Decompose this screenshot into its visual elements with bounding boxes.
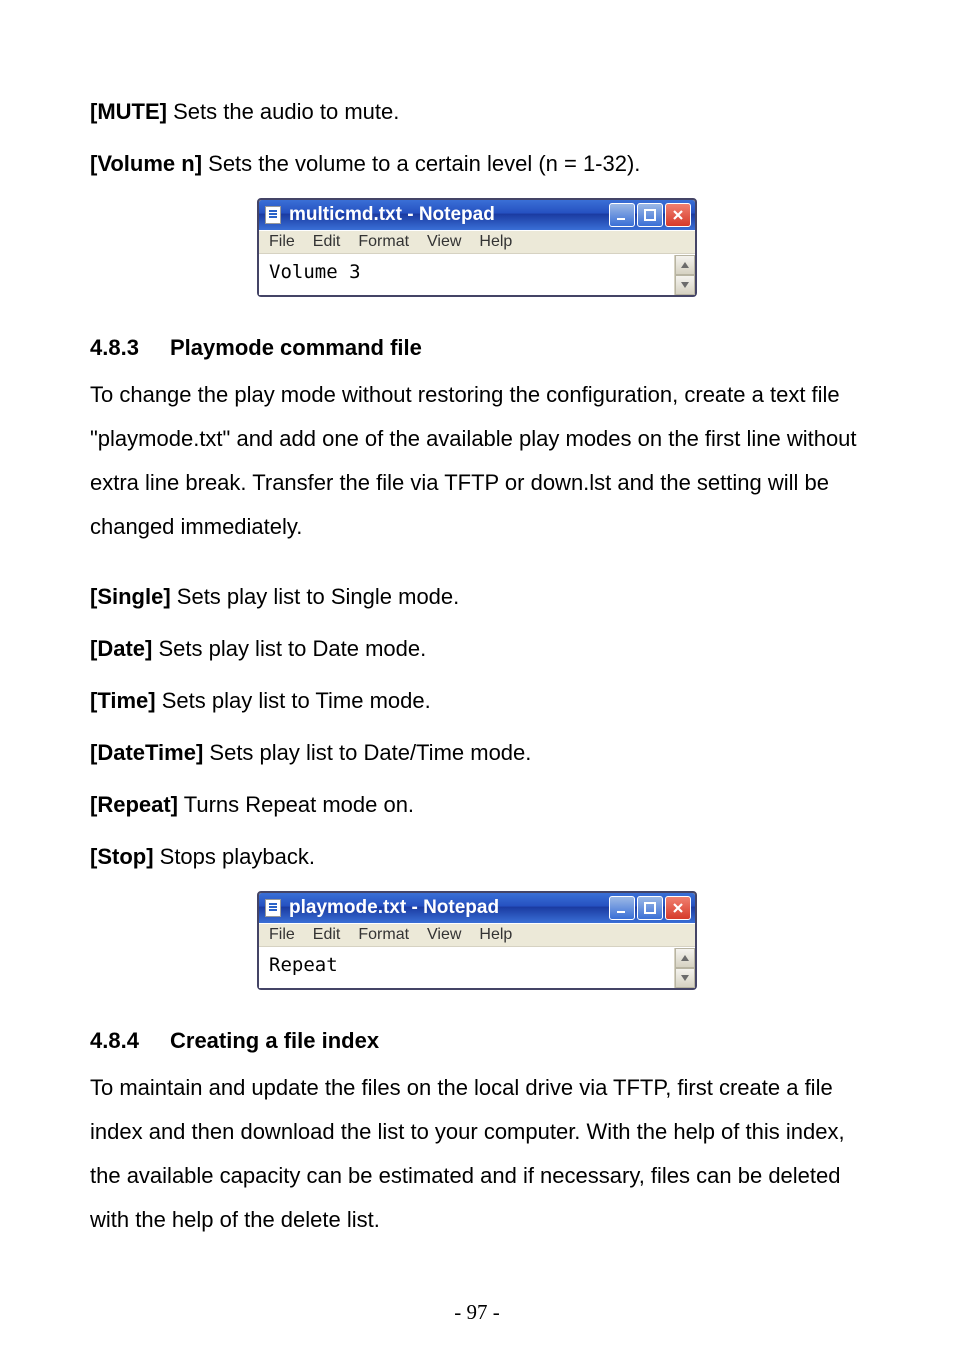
minimize-button[interactable] [609,896,635,920]
list-item: [Repeat] Turns Repeat mode on. [90,783,864,827]
menu-edit[interactable]: Edit [313,926,341,944]
close-button[interactable] [665,203,691,227]
list-item: [Date] Sets play list to Date mode. [90,627,864,671]
notepad-content[interactable]: Volume 3 [259,255,674,295]
bold-volume: [Volume n] [90,151,202,176]
scrollbar[interactable] [674,948,695,988]
scrollbar[interactable] [674,255,695,295]
minimize-button[interactable] [609,203,635,227]
menu-format[interactable]: Format [358,233,409,251]
bold-single: [Single] [90,584,171,609]
text-stop: Stops playback. [154,844,315,869]
page-number: - 97 - [0,1300,954,1325]
section-title: Playmode command file [170,335,422,360]
scroll-up-button[interactable] [675,948,695,968]
notepad-icon [265,206,281,224]
close-button[interactable] [665,896,691,920]
window-title: multicmd.txt - Notepad [287,204,607,226]
maximize-button[interactable] [637,896,663,920]
section-title: Creating a file index [170,1028,379,1053]
bold-time: [Time] [90,688,156,713]
notepad-content[interactable]: Repeat [259,948,674,988]
section-heading-484: 4.8.4Creating a file index [90,1028,864,1054]
text-date: Sets play list to Date mode. [152,636,426,661]
menu-view[interactable]: View [427,926,461,944]
paragraph-playmode: To change the play mode without restorin… [90,373,864,549]
list-item: [DateTime] Sets play list to Date/Time m… [90,731,864,775]
maximize-button[interactable] [637,203,663,227]
menu-edit[interactable]: Edit [313,233,341,251]
scroll-down-button[interactable] [675,968,695,988]
section-number: 4.8.3 [90,335,170,361]
menu-view[interactable]: View [427,233,461,251]
notepad-icon [265,899,281,917]
paragraph-volume: [Volume n] Sets the volume to a certain … [90,142,864,186]
bold-date: [Date] [90,636,152,661]
section-heading-483: 4.8.3Playmode command file [90,335,864,361]
list-item: [Single] Sets play list to Single mode. [90,575,864,619]
text-single: Sets play list to Single mode. [171,584,460,609]
scroll-up-button[interactable] [675,255,695,275]
section-number: 4.8.4 [90,1028,170,1054]
text-volume: Sets the volume to a certain level (n = … [202,151,640,176]
notepad-window-multicmd: multicmd.txt - Notepad File Edit Format … [257,198,697,297]
bold-mute: [MUTE] [90,99,167,124]
notepad-window-playmode: playmode.txt - Notepad File Edit Format … [257,891,697,990]
list-item: [Stop] Stops playback. [90,835,864,879]
menubar: File Edit Format View Help [259,923,695,947]
menu-file[interactable]: File [269,926,295,944]
list-item: [Time] Sets play list to Time mode. [90,679,864,723]
titlebar: multicmd.txt - Notepad [259,200,695,230]
menu-help[interactable]: Help [479,926,512,944]
paragraph-fileindex: To maintain and update the files on the … [90,1066,864,1242]
bold-datetime: [DateTime] [90,740,203,765]
titlebar: playmode.txt - Notepad [259,893,695,923]
menu-file[interactable]: File [269,233,295,251]
paragraph-mute: [MUTE] Sets the audio to mute. [90,90,864,134]
bold-stop: [Stop] [90,844,154,869]
scroll-down-button[interactable] [675,275,695,295]
text-time: Sets play list to Time mode. [156,688,431,713]
text-datetime: Sets play list to Date/Time mode. [203,740,531,765]
text-repeat: Turns Repeat mode on. [178,792,414,817]
window-title: playmode.txt - Notepad [287,897,607,919]
menubar: File Edit Format View Help [259,230,695,254]
bold-repeat: [Repeat] [90,792,178,817]
text-mute: Sets the audio to mute. [167,99,399,124]
menu-format[interactable]: Format [358,926,409,944]
menu-help[interactable]: Help [479,233,512,251]
